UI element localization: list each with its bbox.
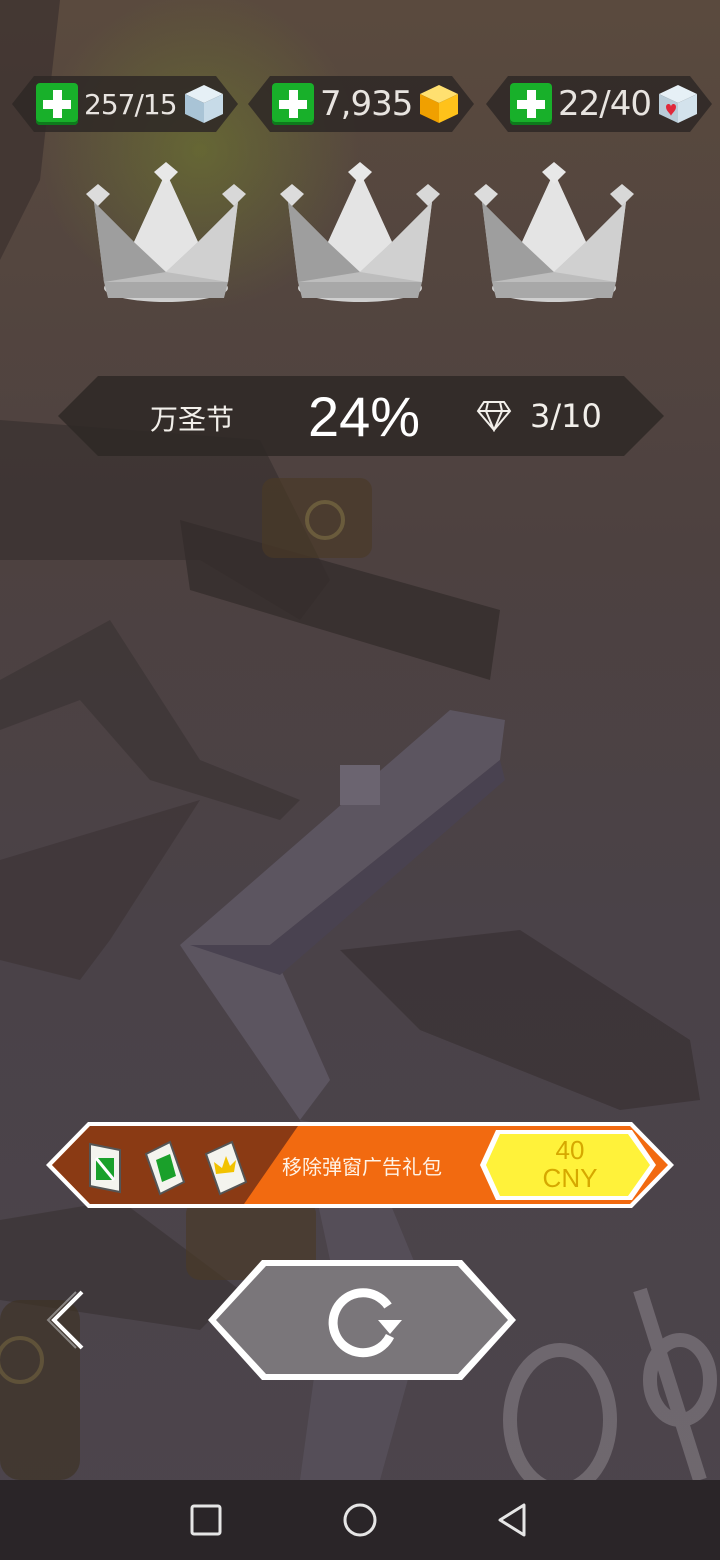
level-progress: 24% <box>308 385 421 448</box>
retry-button[interactable] <box>206 1258 518 1382</box>
chevron-left-icon[interactable] <box>44 1288 92 1352</box>
gold-cube-icon <box>420 85 459 123</box>
crown-3-icon <box>474 162 634 302</box>
gem-count: 3/10 <box>530 397 602 435</box>
ice-cube-count: 257/15 <box>84 87 178 121</box>
resource-ice-cubes[interactable]: 257/15 <box>12 76 238 132</box>
add-heart-cube-button[interactable] <box>510 83 552 125</box>
triangle-back-icon[interactable] <box>494 1500 534 1540</box>
game-screen: 257/15 7,935 22/40 万圣节 24% 3/10 移除弹窗广告礼包… <box>0 0 720 1560</box>
crown-card-icon <box>204 1140 248 1196</box>
heart-cube-count: 22/40 <box>558 84 652 124</box>
level-name: 万圣节 <box>150 403 235 436</box>
offer-price-button[interactable]: 40 CNY <box>520 1136 620 1192</box>
system-nav-bar <box>0 1480 720 1560</box>
crown-1-icon <box>86 162 246 302</box>
offer-price-currency: CNY <box>542 1163 598 1193</box>
no-ads-card-icon <box>89 1142 121 1194</box>
heart-cube-icon <box>658 85 697 123</box>
offer-title: 移除弹窗广告礼包 <box>282 1155 442 1179</box>
add-ice-cube-button[interactable] <box>36 83 78 125</box>
resource-heart-cubes[interactable]: 22/40 <box>486 76 712 132</box>
add-gold-cube-button[interactable] <box>272 83 314 125</box>
crown-2-icon <box>280 162 440 302</box>
diamond-icon <box>476 401 512 432</box>
circle-icon[interactable] <box>340 1500 380 1540</box>
offer-price-amount: 40 <box>555 1135 585 1165</box>
square-icon[interactable] <box>186 1500 226 1540</box>
gold-cube-count: 7,935 <box>320 84 413 124</box>
resource-gold-cubes[interactable]: 7,935 <box>248 76 474 132</box>
ice-cube-icon <box>184 85 223 123</box>
bell-on-card-icon <box>144 1140 186 1196</box>
